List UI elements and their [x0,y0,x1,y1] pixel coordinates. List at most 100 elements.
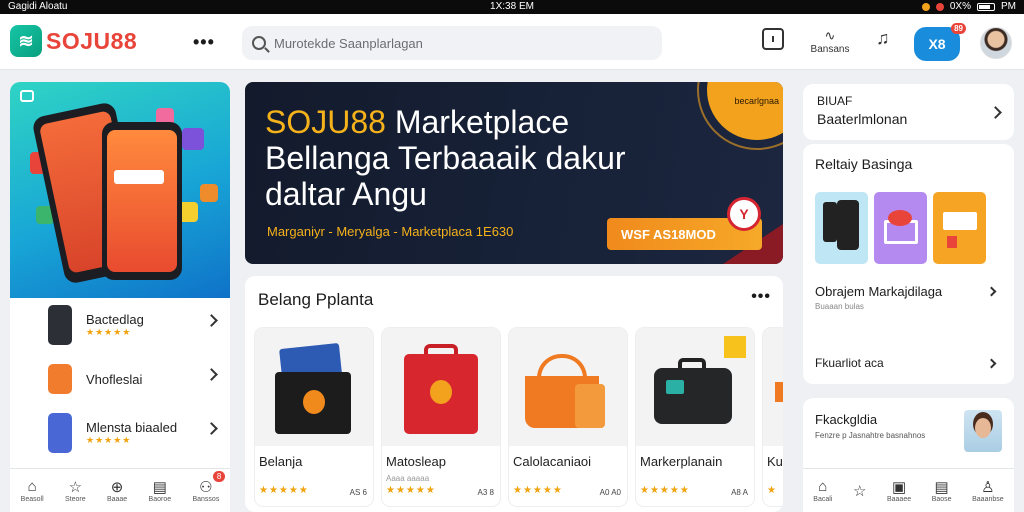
app-tile-icon [200,184,218,202]
wallet-icon[interactable] [762,28,784,50]
nav-label: Bacali [813,496,833,503]
right-shopping-card: Reltaiy Basinga Obrajem Markajdilaga Bua… [803,144,1014,384]
nav-orders[interactable]: ▤ Baoroe [149,478,172,503]
avatar[interactable] [980,27,1012,59]
chevron-right-icon [205,314,218,327]
nav-favorites[interactable]: ☆ Steore [65,478,86,503]
rating-stars: ★★★★★ [86,435,132,445]
nav-label: Steore [64,496,86,503]
home-icon: ⌂ [818,478,828,495]
nav-search[interactable]: ⊕ Baaae [107,478,127,503]
list-item-name: Bactedlag [86,312,144,327]
nav-profile[interactable]: ♙ Baaanbse [972,478,1004,503]
card-title: Reltaiy Basinga [815,156,913,172]
option-title: Fkuarliot aca [815,356,884,370]
promo-banner[interactable] [10,82,230,298]
more-menu-icon[interactable]: ••• [193,32,215,53]
rating-stars: ★★★★★ [386,485,436,496]
option-title: Obrajem Markajdilaga [815,284,943,299]
product-image [636,328,754,446]
cart-text: X8 [928,36,946,52]
rating-stars: ★★★★★ [86,327,132,337]
nav-label: Baose [931,496,952,503]
product-name: Belanja [259,454,303,469]
product-name: Markerplanain [640,454,723,469]
rating-stars: ★ [767,485,777,496]
list-item-name: Vhofleslai [86,371,143,387]
store-icon: ▣ [891,479,907,496]
card-title: Fkackgldia [815,412,878,427]
status-percent: 0X% [949,1,971,12]
product-card[interactable]: Calolacaniaoi ★★★★★ A0 A0 [509,328,627,506]
product-name: Ku [767,454,783,469]
logo-text: SOJU88 [46,27,138,54]
nav-badge: 8 [212,471,226,482]
nav-store[interactable]: ▣ Baaaee [887,478,911,503]
activity-icon: ∿ [824,28,836,43]
search-input[interactable] [274,35,654,51]
product-price: AS 6 [349,488,367,497]
status-extra: PM [1001,1,1016,12]
bottom-nav-left: ⌂ Beasoll ☆ Steore ⊕ Baaae ▤ Baoroe ⚇ 8 Bansso… [10,468,230,512]
nav-label: Banssos [192,496,220,503]
product-thumb [48,413,72,453]
option-row[interactable]: Fkuarliot aca [815,356,1007,384]
product-card[interactable]: Belanja ★★★★★ AS 6 [255,328,373,506]
product-price: A3 8 [477,488,494,497]
home-outline-icon [20,90,34,102]
product-card[interactable]: Matosleap Aaaa aaaaa ★★★★★ A3 8 [382,328,500,506]
nav-label: Baaae [106,496,128,503]
battery-icon [977,2,995,11]
list-item[interactable]: Vhofleslai [10,352,230,406]
thumb-phones[interactable] [815,192,868,264]
nav-home[interactable]: ⌂ Beasoll [21,478,44,503]
nav-home[interactable]: ⌂ Bacali [813,478,832,503]
phone-front-image [102,122,182,280]
list-item-name: Mlensta biaaled [86,420,178,435]
thumb-store[interactable] [933,192,986,264]
product-image [509,328,627,446]
nav-label: Beasoll [20,496,44,503]
product-card[interactable]: Markerplanain ★★★★★ A8 A [636,328,754,506]
notifications-link[interactable]: ∿ Bansans [808,28,852,55]
hero-pin-badge[interactable]: Y [727,197,761,231]
product-name: Calolacaniaoi [513,454,592,469]
nav-messages[interactable]: ⚇ 8 Banssos [192,471,226,503]
logo-mark-icon: ≋ [10,25,42,57]
product-price: A0 A0 [599,488,621,497]
products-section: Belang Pplanta ••• Belanja ★★★★★ AS 6 Ma… [245,276,783,512]
hero-subtitle: Marganiyr - Meryalga - Marketplaca 1E630 [267,224,514,239]
rating-stars: ★★★★★ [640,485,690,496]
notifications-label: Bansans [810,44,850,55]
more-options-icon[interactable]: ••• [751,288,771,306]
status-right: 0X% PM [921,1,1016,12]
search-bar[interactable] [242,26,662,60]
user-icon: ♙ [981,479,995,496]
product-card[interactable]: Ku ★ [763,328,783,506]
profile-photo [964,410,1002,452]
nav-orders[interactable]: ▤ Baose [932,478,952,503]
left-product-list: Bactedlag ★★★★★ Vhofleslai Mlensta biaal… [10,298,230,460]
option-row[interactable]: Obrajem Markajdilaga Buaaan bulas [815,284,1007,314]
logo[interactable]: ≋ SOJU88 [10,25,137,57]
product-image [382,328,500,446]
list-item[interactable]: Mlensta biaaled ★★★★★ [10,406,230,460]
cart-button[interactable]: X8 89 [914,23,966,61]
product-thumb [48,364,72,394]
nav-label: Baaaee [886,496,912,503]
nav-favorites[interactable]: ☆ [853,482,866,500]
right-info-card[interactable]: BIUAF Baaterlmlonan [803,84,1014,140]
home-icon: ⌂ [27,478,37,495]
product-subtitle: Aaaa aaaaa [386,474,430,483]
bell-icon[interactable]: ♫ [876,28,890,49]
thumb-cart[interactable] [874,192,927,264]
list-item[interactable]: Bactedlag ★★★★★ [10,298,230,352]
nav-label: Baoroe [148,496,172,503]
chevron-right-icon [989,106,1002,119]
product-thumb [48,305,72,345]
nav-label: Baaanbse [972,496,1004,503]
status-time: 1X:38 EM [490,1,534,12]
product-price: A8 A [731,488,748,497]
card-description: Fenzre p Jasnahtre basnahnos [815,431,926,440]
left-promo-card: Bactedlag ★★★★★ Vhofleslai Mlensta biaal… [10,82,230,512]
